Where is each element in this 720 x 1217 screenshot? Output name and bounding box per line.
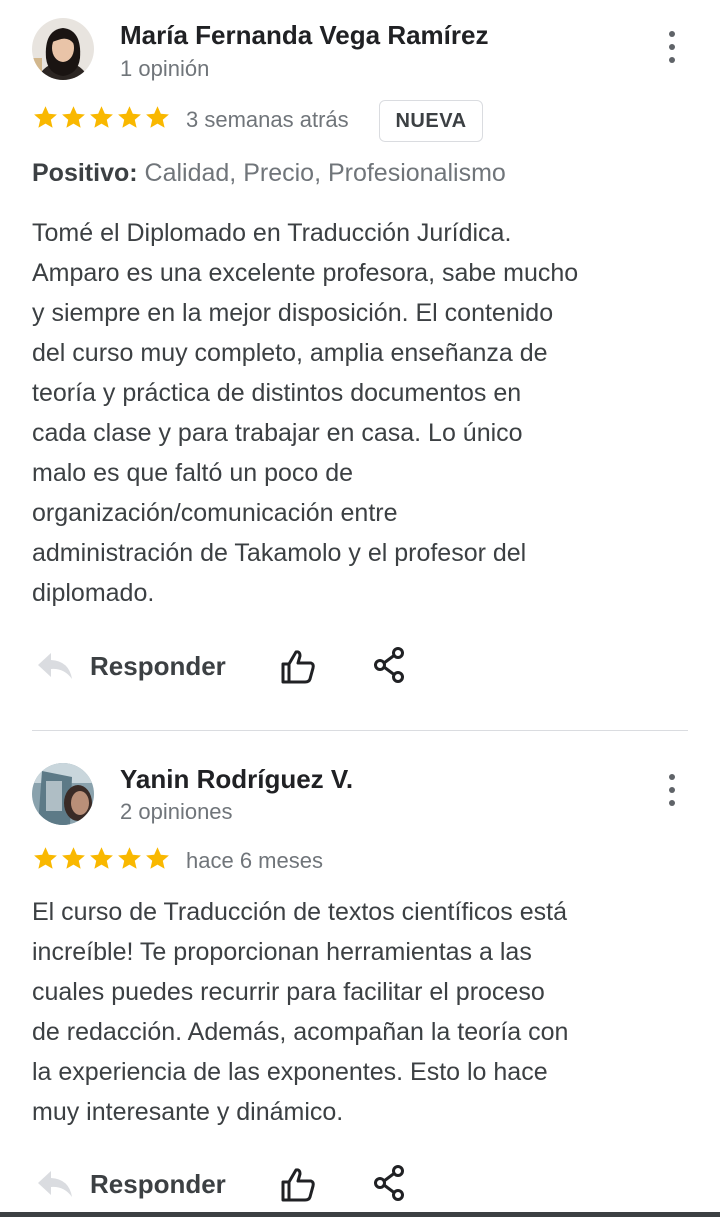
review-text: Tomé el Diplomado en Traducción Jurídica…: [32, 213, 672, 613]
review-date: hace 6 meses: [186, 848, 323, 873]
reply-button[interactable]: Responder: [36, 1159, 226, 1209]
review-count: 2 opiniones: [120, 799, 233, 824]
review-text-line: de redacción. Además, acompañan la teorí…: [32, 1018, 569, 1046]
star-icon: [90, 106, 113, 128]
review-text-line: la experiencia de las exponentes. Esto l…: [32, 1058, 548, 1086]
review-text: El curso de Traducción de textos científ…: [32, 892, 672, 1132]
review-text-line: Amparo es una excelente profesora, sabe …: [32, 259, 579, 287]
review-text-line: Tomé el Diplomado en Traducción Jurídica…: [32, 219, 512, 247]
thumb-up-icon[interactable]: [278, 647, 318, 687]
reply-label: Responder: [90, 1168, 226, 1199]
star-icon: [34, 847, 57, 869]
thumb-up-icon[interactable]: [278, 1165, 318, 1205]
review-text-line: administración de Takamolo y el profesor…: [32, 539, 527, 567]
star-icon: [90, 847, 113, 869]
star-icon: [34, 106, 57, 128]
share-icon[interactable]: [372, 1163, 408, 1203]
review-actions: Responder: [0, 641, 720, 691]
review-date: 3 semanas atrás: [186, 107, 349, 132]
review-text-line: muy interesante y dinámico.: [32, 1098, 344, 1126]
review-text-line: del curso muy completo, amplia enseñanza…: [32, 339, 548, 367]
more-vert-icon[interactable]: [660, 29, 684, 65]
star-icon: [62, 847, 85, 869]
star-icon: [118, 106, 141, 128]
star-rating: [32, 845, 171, 872]
reply-label: Responder: [90, 650, 226, 681]
review-author[interactable]: Yanin Rodríguez V.: [120, 764, 353, 795]
review-actions: Responder: [0, 1159, 720, 1209]
bottom-edge-bar: [0, 1212, 720, 1217]
review-text-line: cada clase y para trabajar en casa. Lo ú…: [32, 419, 523, 447]
review-card: María Fernanda Vega Ramírez 1 opinión 3 …: [0, 0, 720, 730]
star-icon: [62, 106, 85, 128]
review-text-line: malo es que faltó un poco de: [32, 459, 354, 487]
review-highlights: Positivo: Calidad, Precio, Profesionalis…: [32, 159, 506, 188]
more-vert-icon[interactable]: [660, 772, 684, 808]
review-text-line: increíble! Te proporcionan herramientas …: [32, 938, 532, 966]
share-icon[interactable]: [372, 645, 408, 685]
review-text-line: y siempre en la mejor disposición. El co…: [32, 299, 554, 327]
highlights-label: Positivo:: [32, 159, 138, 187]
reply-icon: [38, 1171, 72, 1197]
review-card: Yanin Rodríguez V. 2 opiniones hace 6 me…: [0, 731, 720, 1212]
new-badge: NUEVA: [379, 100, 483, 142]
review-text-line: teoría y práctica de distintos documento…: [32, 379, 522, 407]
review-text-line: diplomado.: [32, 579, 155, 607]
avatar[interactable]: [32, 763, 94, 825]
star-icon: [146, 106, 169, 128]
star-icon: [118, 847, 141, 869]
review-author[interactable]: María Fernanda Vega Ramírez: [120, 20, 488, 51]
avatar[interactable]: [32, 18, 94, 80]
star-icon: [146, 847, 169, 869]
reply-button[interactable]: Responder: [36, 641, 226, 691]
review-text-line: cuales puedes recurrir para facilitar el…: [32, 978, 545, 1006]
star-rating: [32, 104, 171, 131]
highlights-value: Calidad, Precio, Profesionalismo: [144, 159, 506, 187]
review-text-line: El curso de Traducción de textos científ…: [32, 898, 567, 926]
review-text-line: organización/comunicación entre: [32, 499, 398, 527]
reply-icon: [38, 653, 72, 679]
review-count: 1 opinión: [120, 56, 210, 81]
